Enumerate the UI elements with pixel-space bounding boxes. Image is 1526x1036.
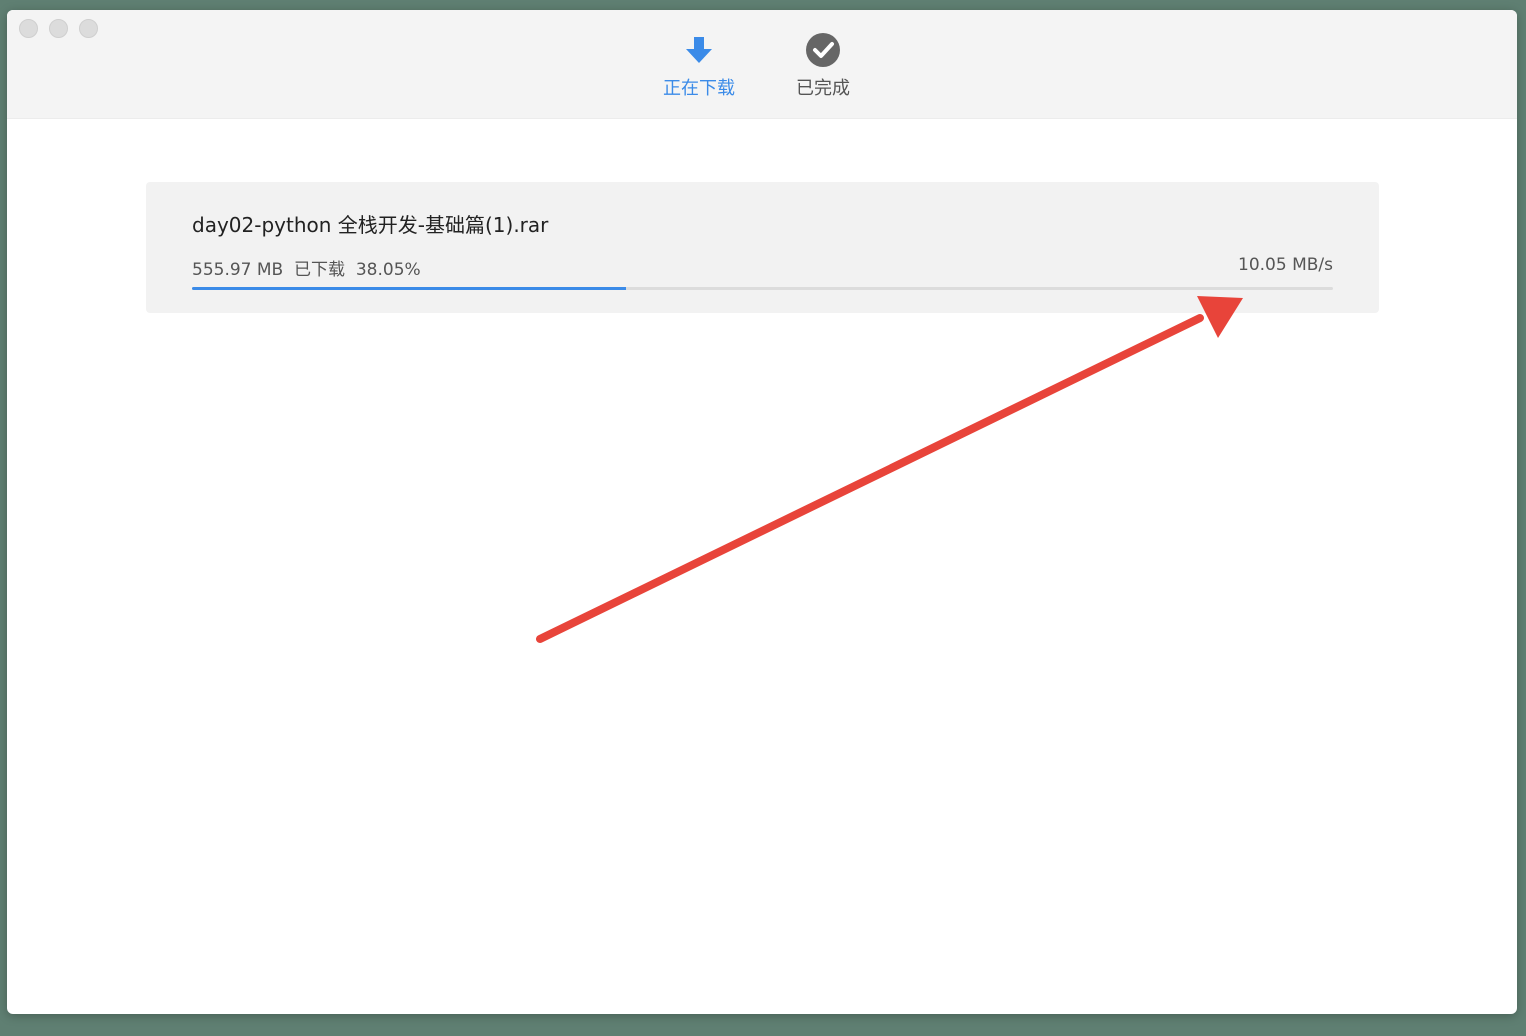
tab-downloading-label: 正在下载 [663, 78, 735, 99]
download-size: 555.97 MB [192, 260, 284, 280]
titlebar: 正在下载 已完成 [7, 10, 1517, 119]
download-status: 已下载 [294, 260, 346, 280]
download-item[interactable]: day02-python 全栈开发-基础篇(1).rar 555.97 MB 已… [146, 182, 1379, 313]
download-progress-bar [192, 287, 1333, 290]
tab-completed[interactable]: 已完成 [768, 32, 878, 100]
check-circle-icon [768, 32, 878, 68]
tab-downloading[interactable]: 正在下载 [644, 32, 754, 100]
tab-bar: 正在下载 已完成 [7, 10, 1517, 119]
app-window: 正在下载 已完成 day02-python 全栈开发-基础篇(1).rar 55… [7, 10, 1517, 1014]
download-percent: 38.05% [355, 260, 421, 280]
download-speed: 10.05 MB/s [1238, 255, 1333, 275]
tab-completed-label: 已完成 [796, 78, 850, 99]
download-arrow-icon [644, 32, 754, 68]
download-progress-text: 555.97 MB 已下载 38.05% [192, 255, 421, 280]
download-filename: day02-python 全栈开发-基础篇(1).rar [192, 213, 549, 237]
download-progress-fill [192, 287, 627, 290]
